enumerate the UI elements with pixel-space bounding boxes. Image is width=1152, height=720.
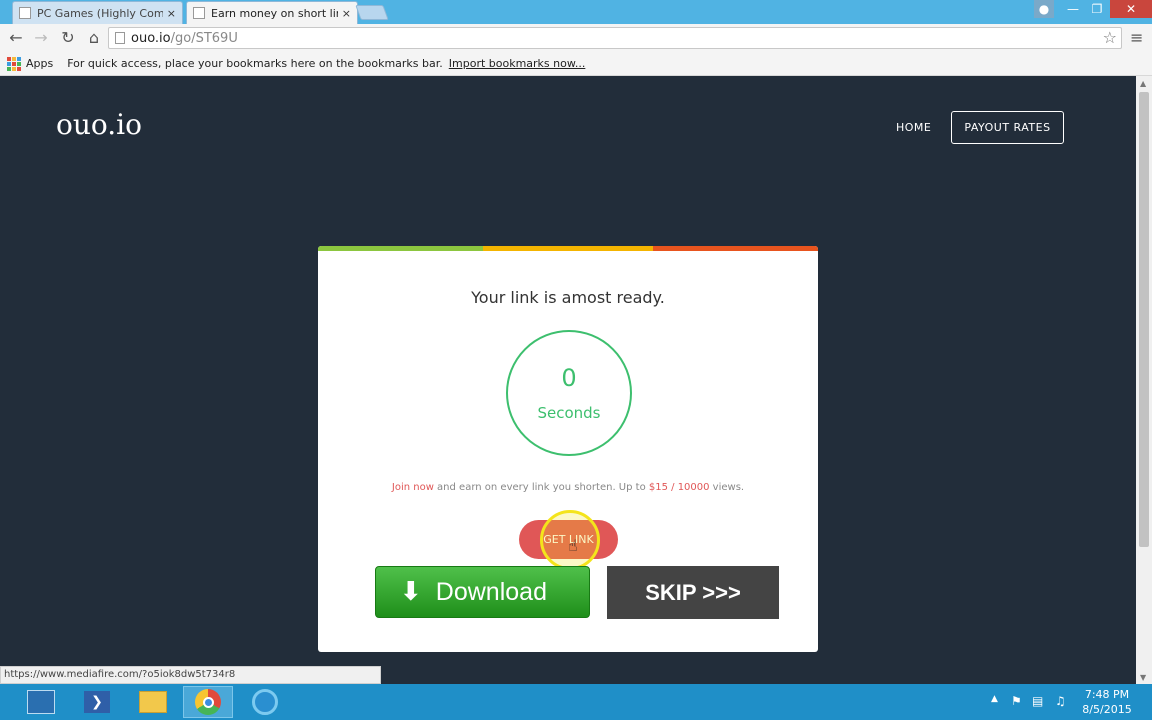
download-label: Download (435, 577, 547, 606)
download-arrow-icon: ⬇ (400, 577, 422, 607)
address-bar[interactable]: ouo.io/go/ST69U ☆ (108, 27, 1122, 49)
page-icon (193, 7, 205, 19)
home-icon[interactable]: ⌂ (84, 28, 104, 48)
page-icon (19, 7, 31, 19)
page-icon (115, 32, 125, 44)
bookmarks-bar: Apps For quick access, place your bookma… (0, 52, 1152, 76)
page-scrollbar[interactable]: ▲ ▼ (1136, 76, 1152, 684)
url-domain: ouo.io (131, 30, 171, 46)
clock-time: 7:48 PM (1084, 688, 1130, 701)
timer-count: 0 (561, 364, 577, 392)
promo-end: views. (709, 482, 745, 493)
page-content: ouo.io HOME PAYOUT RATES Your link is am… (0, 76, 1136, 684)
countdown-timer: 0 Seconds (506, 330, 632, 456)
browser-titlebar: PC Games (Highly Compr × Earn money on s… (0, 0, 1152, 24)
powershell-icon[interactable]: ❯ (72, 686, 122, 718)
status-bar: https://www.mediafire.com/?o5iok8dw5t734… (0, 666, 381, 684)
url-path: /go/ST69U (170, 30, 238, 46)
skip-ad-button[interactable]: SKIP >>> (607, 566, 779, 619)
card-color-bar (318, 246, 818, 251)
tab-title: Earn money on short links (211, 6, 338, 20)
tab-earn-money[interactable]: Earn money on short links × (186, 1, 358, 24)
browser-toolbar: ← → ↻ ⌂ ouo.io/go/ST69U ☆ ≡ (0, 24, 1152, 52)
network-icon[interactable]: ▤ (1032, 694, 1043, 708)
nav-home-link[interactable]: HOME (896, 121, 931, 134)
taskbar-clock[interactable]: 7:48 PM 8/5/2015 (1080, 687, 1134, 717)
recorder-icon[interactable] (240, 686, 290, 718)
download-ad-button[interactable]: ⬇ Download (375, 566, 590, 618)
timer-unit: Seconds (537, 404, 601, 422)
forward-icon[interactable]: → (31, 28, 51, 48)
bookmark-star-icon[interactable]: ☆ (1103, 28, 1117, 47)
clock-date: 8/5/2015 (1082, 703, 1132, 716)
restore-icon[interactable]: ❐ (1086, 0, 1108, 18)
tab-close-icon[interactable]: × (342, 7, 351, 20)
scroll-up-icon[interactable]: ▲ (1140, 79, 1146, 88)
link-card: Your link is amost ready. 0 Seconds Join… (318, 246, 818, 652)
close-window-icon[interactable]: ✕ (1110, 0, 1152, 18)
apps-link[interactable]: Apps (26, 57, 53, 70)
action-center-icon[interactable]: ⚑ (1011, 694, 1022, 708)
tab-close-icon[interactable]: × (167, 7, 176, 20)
payout-rate: $15 / 10000 (648, 482, 710, 493)
tray-expand-icon[interactable]: ▲ (991, 694, 998, 704)
promo-middle: and earn on every link you shorten. Up t… (433, 482, 649, 493)
promo-text: Join now and earn on every link you shor… (318, 482, 818, 493)
scroll-thumb[interactable] (1139, 92, 1149, 547)
apps-grid-icon[interactable] (7, 56, 21, 71)
scroll-down-icon[interactable]: ▼ (1140, 673, 1146, 682)
chrome-icon[interactable] (183, 686, 233, 718)
file-explorer-icon[interactable] (128, 686, 178, 718)
bookmarks-hint: For quick access, place your bookmarks h… (67, 57, 443, 70)
payout-rates-button[interactable]: PAYOUT RATES (951, 111, 1064, 144)
minimize-icon[interactable]: — (1060, 0, 1086, 18)
tab-pc-games[interactable]: PC Games (Highly Compr × (12, 1, 183, 24)
menu-icon[interactable]: ≡ (1130, 28, 1143, 47)
import-bookmarks-link[interactable]: Import bookmarks now... (449, 57, 586, 70)
back-icon[interactable]: ← (6, 28, 26, 48)
new-tab-button[interactable] (355, 5, 389, 20)
tab-title: PC Games (Highly Compr (37, 6, 163, 20)
volume-icon[interactable]: ♫ (1055, 694, 1066, 708)
card-heading: Your link is amost ready. (471, 288, 665, 307)
hand-cursor-icon: ☝ (568, 536, 578, 555)
server-manager-icon[interactable] (16, 686, 66, 718)
join-now-link[interactable]: Join now (392, 482, 434, 493)
user-icon[interactable]: ● (1034, 0, 1054, 18)
site-logo[interactable]: ouo.io (56, 108, 142, 141)
taskbar: ❯ ▲ ⚑ ▤ ♫ 7:48 PM 8/5/2015 (0, 684, 1152, 720)
reload-icon[interactable]: ↻ (58, 28, 78, 48)
